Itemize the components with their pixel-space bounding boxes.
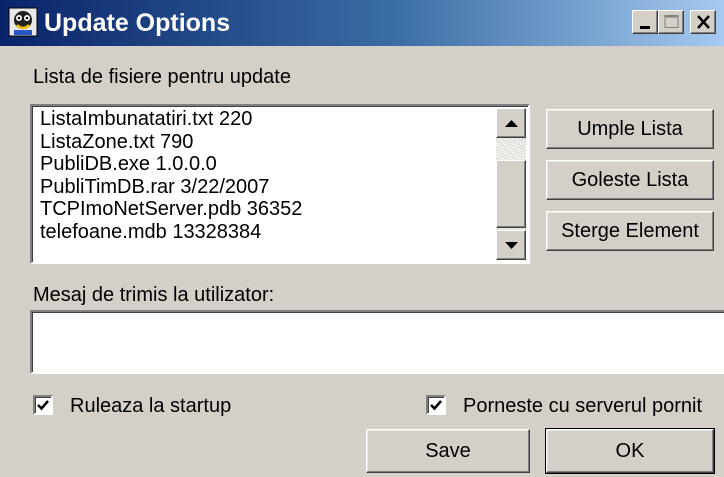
start-with-server-checkbox[interactable] — [426, 395, 446, 415]
message-input[interactable] — [30, 310, 724, 374]
maximize-button[interactable] — [658, 10, 684, 34]
app-icon — [8, 7, 38, 37]
scroll-thumb[interactable] — [496, 160, 526, 228]
checkmark-icon — [430, 400, 442, 411]
list-item[interactable]: ListaImbunatatiri.txt 220 — [40, 108, 495, 131]
list-item[interactable]: ListaZone.txt 790 — [40, 131, 495, 154]
scroll-track[interactable] — [496, 138, 526, 160]
close-icon — [697, 15, 710, 29]
fill-list-button[interactable]: Umple Lista — [546, 109, 714, 149]
close-button[interactable] — [690, 10, 716, 34]
list-item[interactable]: TCPImoNetServer.pdb 36352 — [40, 198, 495, 221]
minimize-button[interactable] — [632, 10, 658, 34]
checkmark-icon — [37, 400, 49, 411]
files-list-label: Lista de fisiere pentru update — [33, 66, 291, 88]
clear-list-button[interactable]: Goleste Lista — [546, 160, 714, 200]
maximize-icon — [664, 15, 679, 28]
start-with-server-label[interactable]: Porneste cu serverul pornit — [463, 394, 702, 418]
save-button[interactable]: Save — [366, 429, 530, 473]
update-options-window: Update Options Lista de fisiere pentru u… — [0, 0, 724, 477]
list-item[interactable]: telefoane.mdb 13328384 — [40, 221, 495, 244]
files-listbox[interactable]: ListaImbunatatiri.txt 220 ListaZone.txt … — [30, 104, 530, 264]
scroll-up-arrow-icon — [505, 120, 518, 127]
scroll-up-button[interactable] — [496, 108, 526, 138]
ok-button[interactable]: OK — [545, 428, 715, 474]
title-bar[interactable]: Update Options — [0, 0, 724, 46]
delete-item-button[interactable]: Sterge Element — [546, 211, 714, 251]
scroll-down-button[interactable] — [496, 230, 526, 260]
run-at-startup-label[interactable]: Ruleaza la startup — [70, 394, 231, 418]
message-label: Mesaj de trimis la utilizator: — [33, 284, 275, 306]
files-list-items: ListaImbunatatiri.txt 220 ListaZone.txt … — [40, 108, 495, 243]
scroll-down-arrow-icon — [505, 242, 518, 249]
list-item[interactable]: PubliTimDB.rar 3/22/2007 — [40, 176, 495, 199]
files-list-scrollbar[interactable] — [496, 108, 526, 260]
window-title: Update Options — [44, 9, 231, 37]
list-item[interactable]: PubliDB.exe 1.0.0.0 — [40, 153, 495, 176]
minimize-icon — [640, 26, 650, 29]
run-at-startup-checkbox[interactable] — [33, 395, 53, 415]
